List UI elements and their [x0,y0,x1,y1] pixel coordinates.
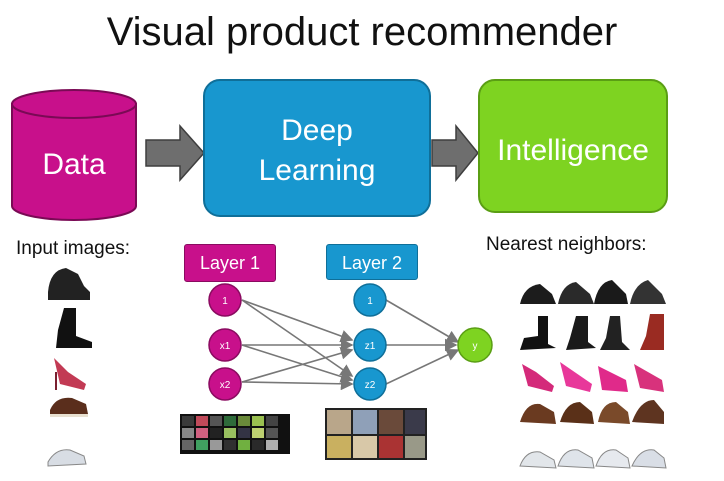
layer2-node-1: 1 [353,283,387,317]
input-running-shoe-icon [47,449,87,467]
output-node-y: y [457,327,493,363]
layer1-node-x2: x2 [208,367,242,401]
layer1-node-x1: x1 [208,328,242,362]
neighbor-row-black-shoes [520,280,666,304]
input-heel-pink-icon [54,358,86,390]
neighbor-row-boots [520,314,664,350]
svg-text:x2: x2 [220,380,231,391]
connections-l1-l2 [241,299,354,391]
input-images [47,268,92,467]
input-boatshoe-brown-icon [50,397,88,417]
layer2-feature-thumbnails [325,408,427,460]
neighbor-row-heels [522,362,664,392]
input-boot-black-icon [56,308,92,348]
input-shoe-sneaker-black-icon [48,268,90,300]
layer1-node-1: 1 [208,283,242,317]
neighbor-row-boat-shoes [520,400,664,424]
neural-network: 1 x1 x2 1 z1 z2 y [47,268,667,469]
svg-text:1: 1 [367,296,373,307]
nearest-neighbors-grid [519,280,667,469]
svg-text:x1: x1 [220,341,231,352]
neighbor-row-running-shoes [519,449,667,469]
svg-text:z1: z1 [365,341,376,352]
layer2-node-z2: z2 [353,367,387,401]
svg-text:1: 1 [222,296,228,307]
svg-text:y: y [473,341,478,352]
connections-l2-output [385,299,460,385]
layer2-node-z1: z1 [353,328,387,362]
layer1-feature-thumbnails [180,414,290,454]
svg-text:z2: z2 [365,380,376,391]
